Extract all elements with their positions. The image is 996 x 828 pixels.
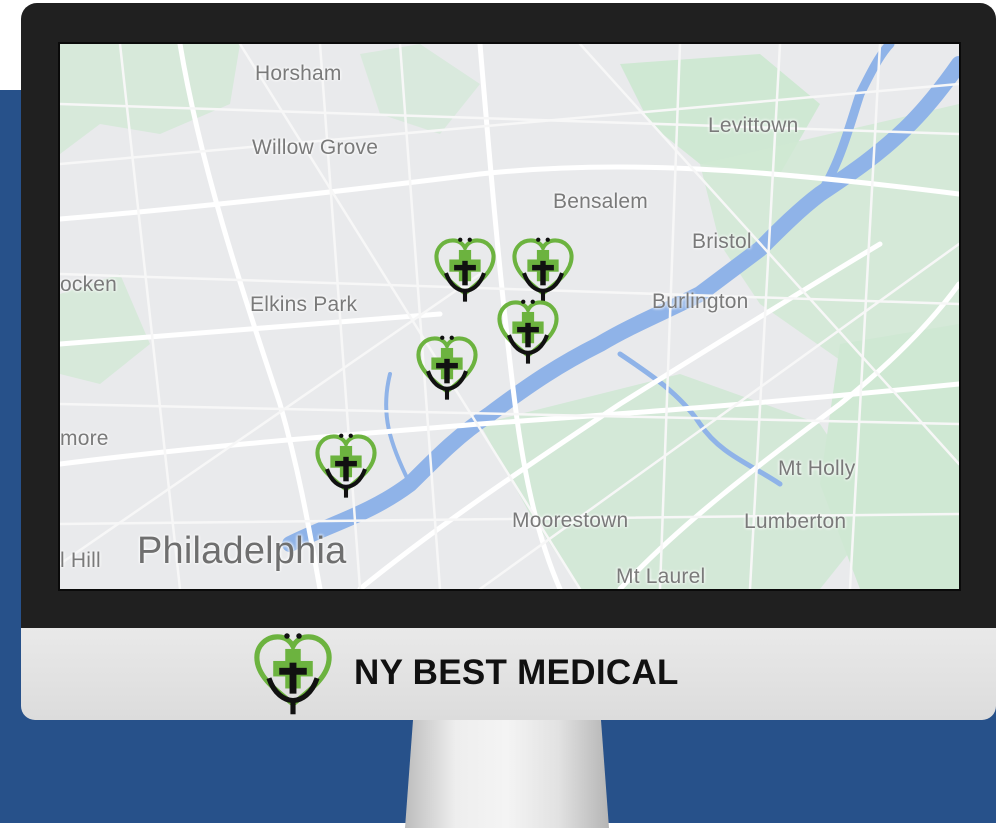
location-marker-icon[interactable]	[413, 332, 481, 402]
location-marker-icon[interactable]	[431, 234, 499, 304]
place-label-bensalem: Bensalem	[553, 190, 648, 213]
brand-name: NY BEST MEDICAL	[354, 653, 679, 692]
location-marker-icon[interactable]	[509, 234, 577, 304]
place-label-conshohocken: ocken	[60, 273, 118, 296]
place-label-horsham: Horsham	[255, 62, 342, 85]
place-label-burlington: Burlington	[652, 290, 749, 313]
brand-lockup: NY BEST MEDICAL	[250, 631, 679, 715]
map-view[interactable]: Horsham Levittown Willow Grove Bensalem …	[58, 42, 961, 591]
place-label-lumberton: Lumberton	[744, 510, 847, 533]
heart-cross-stethoscope-icon	[250, 630, 336, 716]
location-marker-icon[interactable]	[312, 430, 380, 500]
place-label-bristol: Bristol	[692, 230, 752, 253]
place-label-philadelphia: Philadelphia	[137, 530, 347, 572]
place-label-levittown: Levittown	[708, 114, 799, 137]
place-label-mt-holly: Mt Holly	[778, 457, 856, 480]
location-marker-icon[interactable]	[494, 296, 562, 366]
monitor-stand	[405, 718, 609, 828]
place-label-ardmore: more	[60, 427, 109, 450]
place-label-elkins-park: Elkins Park	[250, 293, 358, 316]
place-label-moorestown: Moorestown	[512, 509, 629, 532]
place-label-chestnut-hill: l Hill	[60, 549, 101, 572]
place-label-willow-grove: Willow Grove	[252, 136, 379, 159]
place-label-mt-laurel: Mt Laurel	[616, 565, 706, 588]
